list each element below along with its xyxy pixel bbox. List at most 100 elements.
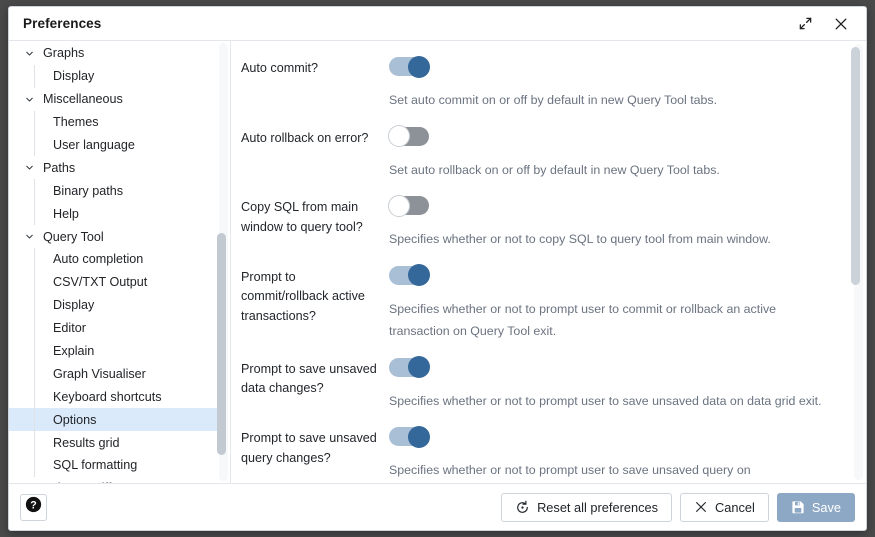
preference-control: Specifies whether or not to prompt user … [389, 356, 836, 413]
preferences-main-panel: Auto commit? Set auto commit on or off by… [231, 41, 866, 483]
preferences-tree: Graphs Display Miscellaneous Themes User lan… [9, 41, 223, 483]
preferences-dialog: Preferences Graphs Display Miscellaneous… [8, 6, 867, 531]
sidebar-item-editor[interactable]: Editor [9, 316, 223, 340]
preference-label: Copy SQL from main window to query tool? [241, 200, 363, 234]
preference-row: Auto commit? Set auto commit on or off by… [241, 55, 836, 112]
chevron-down-icon [23, 230, 36, 243]
close-icon [694, 500, 708, 514]
preference-control: Set auto commit on or off by default in … [389, 55, 836, 112]
preference-row: Prompt to save unsaved query changes? Spe… [241, 425, 836, 482]
dialog-title: Preferences [23, 16, 102, 31]
sidebar-item-label: Options [53, 412, 97, 427]
sidebar-item-label: Binary paths [53, 183, 124, 198]
sidebar-item-results-grid[interactable]: Results grid [9, 431, 223, 454]
cancel-label: Cancel [714, 499, 755, 515]
sidebar-item-graph-visualiser[interactable]: Graph Visualiser [9, 362, 223, 386]
sidebar-item-auto-completion[interactable]: Auto completion [9, 248, 223, 271]
sidebar-item-label: Themes [53, 115, 99, 130]
sidebar-item-themes[interactable]: Themes [9, 110, 223, 134]
toggle-switch[interactable] [389, 264, 430, 286]
chevron-down-icon [23, 93, 36, 106]
preference-description: Set auto rollback on or off by default i… [389, 162, 720, 177]
sidebar-item-label: Miscellaneous [43, 92, 123, 107]
sidebar-scrollbar-thumb[interactable] [217, 233, 226, 455]
reset-all-preferences-button[interactable]: Reset all preferences [501, 492, 672, 522]
toggle-switch[interactable] [389, 356, 430, 378]
preference-control: Set auto rollback on or off by default i… [388, 125, 836, 182]
chevron-down-icon [23, 161, 36, 174]
toggle-knob [408, 425, 430, 448]
preference-row: Prompt to save unsaved data changes? Spec… [241, 356, 836, 413]
preference-row: Prompt to commit/rollback active transac… [241, 264, 836, 343]
preference-row: Copy SQL from main window to query tool?… [241, 194, 836, 251]
sidebar-item-label: Keyboard shortcuts [53, 389, 162, 404]
sidebar-item-sql-formatting[interactable]: SQL formatting [9, 454, 223, 477]
toggle-switch[interactable] [388, 194, 429, 217]
expand-icon[interactable] [794, 13, 816, 35]
toggle-knob [408, 356, 430, 378]
sidebar-item-help[interactable]: Help [9, 202, 223, 226]
question-mark-icon: ? [25, 496, 42, 518]
sidebar-item-label: Help [53, 206, 79, 221]
chevron-down-icon [23, 47, 36, 60]
preferences-list: Auto commit? Set auto commit on or off by… [231, 41, 850, 483]
preference-label: Auto commit? [241, 61, 318, 75]
toggle-knob [388, 194, 410, 217]
dialog-titlebar: Preferences [9, 7, 866, 41]
toggle-switch[interactable] [389, 425, 430, 448]
sidebar-item-label: User language [53, 138, 135, 152]
cancel-button[interactable]: Cancel [679, 492, 769, 522]
footer-actions: Reset all preferences Cancel Save [501, 492, 855, 522]
preference-description: Specifies whether or not to prompt user … [389, 393, 822, 408]
svg-text:?: ? [30, 499, 36, 511]
sidebar-item-miscellaneous[interactable]: Miscellaneous [9, 88, 223, 111]
toggle-knob [408, 264, 430, 286]
sidebar-item-options[interactable]: Options [9, 408, 223, 432]
toggle-switch[interactable] [388, 125, 429, 147]
preference-control: Specifies whether or not to copy SQL to … [388, 194, 836, 251]
sidebar-item-user-language[interactable]: User language [9, 133, 223, 157]
sidebar-item-display[interactable]: Display [9, 293, 223, 317]
titlebar-actions [794, 13, 856, 35]
sidebar-item-label: Explain [53, 344, 95, 359]
sidebar-item-label: Graph Visualiser [53, 366, 146, 381]
sidebar-item-label: SQL formatting [53, 458, 138, 473]
sidebar-item-label: Query Tool [43, 229, 104, 244]
sidebar-item-label: CSV/TXT Output [53, 275, 148, 290]
preferences-sidebar: Graphs Display Miscellaneous Themes User lan… [9, 41, 231, 483]
sidebar-scrollbar-track[interactable] [217, 43, 228, 481]
sidebar-item-query-tool[interactable]: Query Tool [9, 225, 223, 248]
sidebar-item-binary-paths[interactable]: Binary paths [9, 179, 223, 203]
save-label: Save [811, 499, 841, 515]
sidebar-item-schema-diff[interactable]: Schema Diff [9, 477, 223, 483]
sidebar-item-label: Display [53, 298, 95, 313]
save-disk-icon [791, 500, 805, 514]
sidebar-item-label: Editor [53, 321, 86, 336]
dialog-body: Graphs Display Miscellaneous Themes User lan… [9, 41, 866, 483]
sidebar-item-graphs[interactable]: Graphs [9, 42, 223, 65]
preference-label: Auto rollback on error? [241, 130, 369, 145]
preference-description: Specifies whether or not to prompt user … [389, 301, 777, 339]
close-icon[interactable] [830, 13, 852, 35]
save-button[interactable]: Save [776, 492, 855, 522]
sidebar-item-label: Display [53, 69, 95, 84]
help-button[interactable]: ? [20, 493, 47, 521]
sidebar-item-keyboard-shortcuts[interactable]: Keyboard shortcuts [9, 385, 223, 409]
main-scrollbar-track[interactable] [851, 44, 863, 480]
preference-description: Specifies whether or not to copy SQL to … [389, 232, 771, 246]
sidebar-item-label: Graphs [43, 46, 85, 61]
toggle-knob [388, 125, 410, 147]
preference-label: Prompt to save unsaved query changes? [241, 431, 377, 465]
reset-icon [515, 500, 530, 515]
chevron-down-icon [23, 482, 36, 483]
preference-description: Specifies whether or not to prompt user … [389, 463, 751, 477]
sidebar-item-csv-txt-output[interactable]: CSV/TXT Output [9, 270, 223, 294]
main-scrollbar-thumb[interactable] [851, 47, 860, 285]
toggle-switch[interactable] [389, 55, 430, 78]
reset-all-preferences-label: Reset all preferences [537, 499, 658, 515]
sidebar-item-paths[interactable]: Paths [9, 156, 223, 179]
preference-control: Specifies whether or not to prompt user … [389, 264, 836, 343]
sidebar-item-display[interactable]: Display [9, 64, 223, 88]
sidebar-item-explain[interactable]: Explain [9, 339, 223, 363]
toggle-knob [408, 55, 430, 78]
